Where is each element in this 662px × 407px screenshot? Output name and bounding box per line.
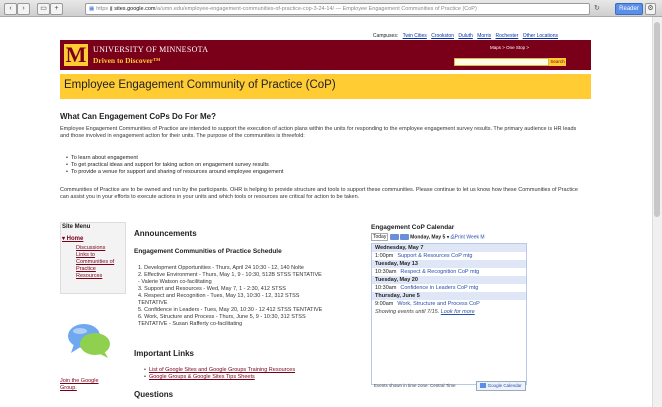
list-item: - Valerie Watson co-facilitating [138,279,212,285]
calendar-prev-button[interactable] [389,234,399,240]
sidebar-toggle-icon[interactable]: ▭ [37,3,50,15]
sidebar-item-links-to-cop[interactable]: Communities of [76,259,114,266]
calendar-title: Engagement CoP Calendar [371,224,455,231]
calendar-agenda: Wednesday, May 7 1:00pm Support & Resourc… [371,243,527,385]
calendar-day-header: Thursday, June 5 [372,292,526,300]
calendar-day-header: Wednesday, May 7 [372,244,526,252]
reader-button[interactable]: Reader [615,3,643,15]
reload-icon[interactable]: ↻ [594,4,600,12]
google-calendar-badge[interactable]: Google Calendar [476,381,526,391]
important-links-list: List of Google Sites and Google Groups T… [144,367,295,381]
training-resources-link[interactable]: List of Google Sites and Google Groups T… [149,367,295,373]
back-icon[interactable]: ‹ [4,3,17,15]
calendar-showing-note: Showing events until 7/15. Look for more [375,309,475,315]
chat-bubbles-icon [68,324,110,358]
page-title: Employee Engagement Community of Practic… [64,79,336,91]
list-item: 5. Confidence in Leaders - Tues, May 20,… [138,307,323,313]
campus-link[interactable]: Other Locations [523,33,558,39]
calendar-current-day: Monday, May 5 [410,234,446,241]
header-links[interactable]: Maps > One Stop > [490,45,529,50]
sidebar-item-resources[interactable]: Resources [76,273,114,280]
purpose-list: To learn about engagement To get practic… [66,155,566,176]
campus-link[interactable]: Twin Cities [403,33,427,39]
forward-icon[interactable]: › [17,3,30,15]
questions-heading: Questions [134,390,174,399]
schedule-list: 1. Development Opportunities - Thurs, Ap… [138,265,366,328]
calendar-day-header: Tuesday, May 13 [372,260,526,268]
list-item: List of Google Sites and Google Groups T… [144,367,295,374]
join-google-group-link[interactable]: Join the Google Group. [60,378,112,392]
scrollbar-thumb[interactable] [654,22,660,217]
sidebar-item-links-to-cop[interactable]: Links to [76,252,114,259]
university-name[interactable]: UNIVERSITY OF MINNESOTA [93,45,208,54]
calendar-icon [480,383,487,389]
calendar-timezone-note: Events shown in time zone: Central Time [374,383,456,388]
announcements-heading: Announcements [134,229,197,238]
campus-link[interactable]: Duluth [458,33,472,39]
schedule-heading: Engagement Communities of Practice Sched… [134,248,282,255]
sidebar-item-links-to-cop[interactable]: Practice [76,266,114,273]
list-item: To get practical ideas and support for t… [66,162,566,169]
campus-links: Campuses: Twin Cities Crookston Duluth M… [62,33,558,40]
sidebar-item-discussions[interactable]: Discussions [76,245,114,252]
tips-sheets-link[interactable]: Google Groups & Google Sites Tips Sheets [149,374,255,380]
campus-link[interactable]: Rochester [496,33,519,39]
header-search-input[interactable] [454,58,549,66]
campus-link[interactable]: Crookston [431,33,454,39]
settings-gear-icon[interactable]: ⚙ [645,3,656,15]
calendar-event[interactable]: 10:30am Respect & Recognition CoP mtg [372,268,526,276]
list-item: 3. Support and Resources - Wed, May 7, 1… [138,286,286,292]
list-item: 1. Development Opportunities - Thurs, Ap… [138,265,304,271]
calendar-day-header: Tuesday, May 20 [372,276,526,284]
site-menu-title: Site Menu [62,224,91,230]
list-item: To learn about engagement [66,155,566,162]
calendar-event[interactable]: 9:00am Work, Structure and Process CoP [372,300,526,308]
header-search-button[interactable]: Search [549,58,566,66]
chevron-down-icon[interactable]: ▾ [447,234,450,240]
campus-link[interactable]: Morris [477,33,491,39]
page-favicon-icon: ▦ [89,6,95,12]
url-host: sites.google.com [114,6,156,12]
list-item: TENTATIVE [138,300,168,306]
list-item: Google Groups & Google Sites Tips Sheets [144,374,295,381]
new-tab-icon[interactable]: + [50,3,63,15]
campus-label: Campuses: [372,33,399,39]
sidebar-sublinks: Discussions Links to Communities of Prac… [76,245,114,280]
calendar-print-link[interactable]: ⎙Print [451,234,465,240]
calendar-event[interactable]: 1:00pm Support & Resources CoP mtg [372,252,526,260]
list-item: 4. Respect and Recognition - Tues, May 1… [138,293,300,299]
list-item: 6. Work, Structure and Process - Thurs, … [138,314,306,320]
list-item: To provide a venue for support and shari… [66,169,566,176]
calendar-month-tab[interactable]: M [480,234,484,240]
university-logo[interactable]: M [64,44,88,66]
look-for-more-link[interactable]: Look for more [441,309,475,315]
address-bar[interactable]: ▦ https ▮ sites.google.com/a/umn.edu/empl… [85,3,590,15]
intro-heading: What Can Engagement CoPs Do For Me? [60,112,217,121]
intro-paragraph: Employee Engagement Communities of Pract… [60,126,577,139]
important-links-heading: Important Links [134,349,195,358]
sidebar-item-home[interactable]: ▾ Home [62,235,83,242]
intro-paragraph-2: Communities of Practice are to be owned … [60,187,578,200]
calendar-next-button[interactable] [399,234,409,240]
list-item: 2. Effective Environment - Thurs, May 1,… [138,272,322,278]
calendar-week-tab[interactable]: Week [466,234,479,240]
list-item: TENTATIVE - Susan Rafferty co-facilitati… [138,321,243,327]
url-path: /a/umn.edu/employee-engagement-communiti… [155,6,477,12]
calendar-event[interactable]: 10:30am Confidence in Leaders CoP mtg [372,284,526,292]
calendar-nav: Today Monday, May 5 ▾ ⎙Print Week M [371,233,525,242]
calendar-today-button[interactable]: Today [371,233,389,242]
university-tagline: Driven to Discover™ [93,56,161,65]
